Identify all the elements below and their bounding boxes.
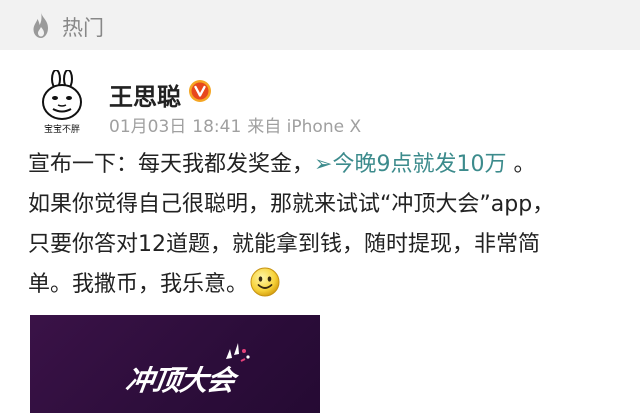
verified-badge-icon [189,80,211,102]
avatar[interactable]: 宝宝不胖 [34,69,90,136]
post-time: 18:41 [192,117,242,137]
avatar-face-icon [42,69,82,120]
post-line-1: 宣布一下：每天我都发奖金，➢今晚9点就发10万 。 [28,145,628,185]
post-text-prefix: 宣布一下：每天我都发奖金， [28,152,315,177]
sparkle-icon [226,343,250,362]
flame-icon [33,12,48,38]
smile-icon [250,267,280,297]
post-source: 来自 iPhone X [247,117,362,137]
post-line-3: 只要你答对12道题，就能拿到钱，随时提现，非常简 [28,232,540,257]
link-arrow-icon[interactable]: ➢ [314,152,332,177]
post-line-4-text: 单。我撒币，我乐意。 [28,272,249,297]
post-text-suffix: 。 [506,152,536,177]
user-name[interactable]: 王思聪 [109,77,181,112]
hot-label: 热门 [62,16,104,40]
hot-header[interactable]: 热门 [0,0,640,50]
post-date: 01月03日 [109,117,187,137]
avatar-caption: 宝宝不胖 [43,125,80,135]
post-meta: 01月03日 18:41 来自 iPhone X [109,112,367,137]
promo-image[interactable]: 冲顶大会 [30,315,320,413]
post-link[interactable]: 今晚9点就发10万 [332,152,506,177]
post-line-4: 单。我撒币，我乐意。 [28,265,628,305]
post-text: 宣布一下：每天我都发奖金，➢今晚9点就发10万 。 如果你觉得自己很聪明，那就来… [28,145,628,305]
post-line-2: 如果你觉得自己很聪明，那就来试试“冲顶大会”app， [28,192,555,217]
promo-logo: 冲顶大会 [123,364,237,397]
weibo-post: 宝宝不胖 王思聪 01月03日 18:41 来自 iPhone X 宣布一下：每天我… [0,50,640,413]
